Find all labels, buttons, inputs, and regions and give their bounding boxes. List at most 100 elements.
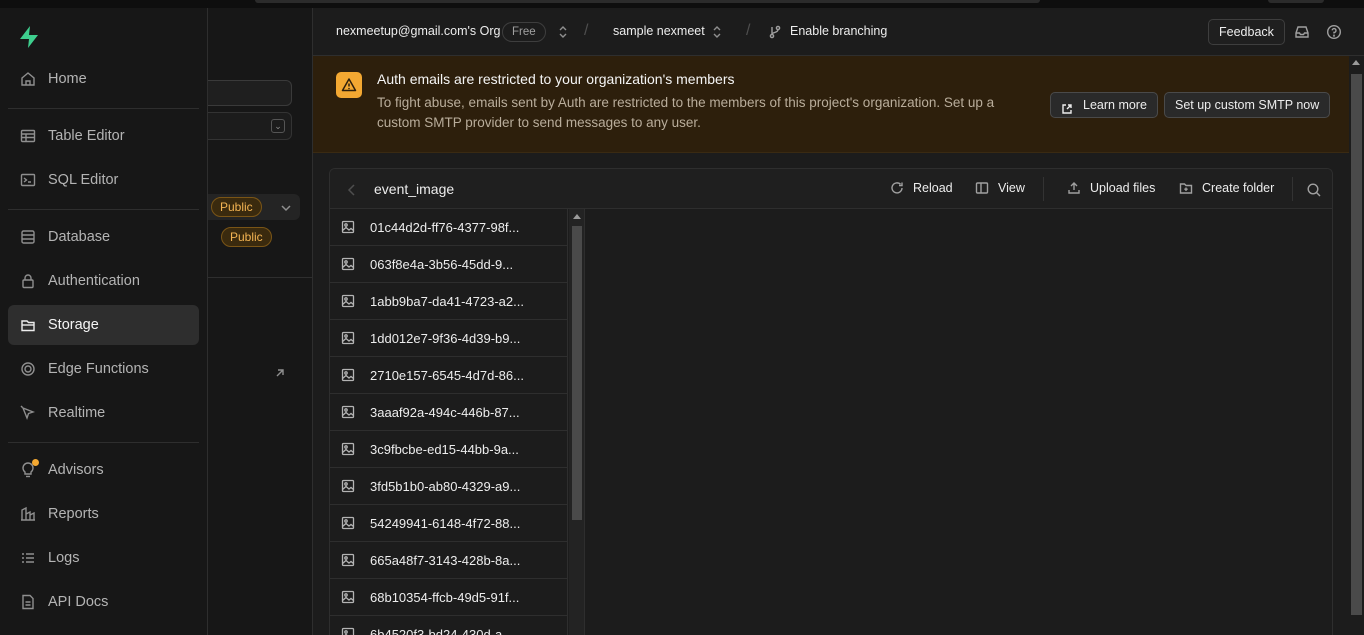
reload-label: Reload	[913, 181, 953, 195]
nav-item-api-docs[interactable]: API Docs	[8, 582, 199, 622]
scroll-up-arrow-icon[interactable]	[1352, 60, 1360, 65]
breadcrumb-separator: /	[584, 22, 589, 39]
upload-icon	[1068, 182, 1080, 194]
file-row[interactable]: 665a48f7-3143-428b-8a...	[330, 542, 568, 579]
file-name: 1dd012e7-9f36-4d39-b9...	[370, 330, 521, 346]
file-name: 665a48f7-3143-428b-8a...	[370, 552, 521, 568]
scrollbar-thumb[interactable]	[1351, 74, 1362, 615]
nav-label: API Docs	[48, 594, 109, 610]
top-strip-bar	[1268, 0, 1324, 3]
learn-more-button[interactable]: Learn more	[1050, 92, 1158, 118]
nav-item-storage[interactable]: Storage	[8, 305, 199, 345]
nav-item-database[interactable]: Database	[8, 217, 199, 257]
file-row[interactable]: 54249941-6148-4f72-88...	[330, 505, 568, 542]
nav-divider	[8, 209, 199, 210]
file-row[interactable]: 1abb9ba7-da41-4723-a2...	[330, 283, 568, 320]
file-icon	[20, 594, 36, 610]
help-icon[interactable]	[1326, 24, 1342, 40]
upload-files-button[interactable]: Upload files	[1067, 181, 1155, 195]
nav-label: Edge Functions	[48, 361, 149, 377]
supabase-logo-icon[interactable]	[16, 24, 42, 50]
git-branch-icon	[768, 25, 782, 39]
page-scrollbar[interactable]	[1349, 56, 1364, 635]
file-row[interactable]: 3aaaf92a-494c-446b-87...	[330, 394, 568, 431]
breadcrumb-separator: /	[746, 22, 751, 39]
file-row[interactable]: 1dd012e7-9f36-4d39-b9...	[330, 320, 568, 357]
cursor-icon	[20, 405, 36, 421]
list-icon	[20, 550, 36, 566]
upload-label: Upload files	[1090, 181, 1156, 195]
folder-plus-icon	[1179, 183, 1193, 194]
view-button[interactable]: View	[975, 181, 1025, 195]
org-name[interactable]: nexmeetup@gmail.com's Org	[336, 24, 500, 38]
selector-arrows-icon[interactable]	[712, 25, 722, 39]
plan-badge: Free	[502, 22, 546, 42]
external-link-icon[interactable]	[274, 366, 286, 378]
image-file-icon	[341, 553, 355, 567]
columns-icon	[975, 182, 989, 194]
file-name: 3c9fbcbe-ed15-44bb-9a...	[370, 441, 519, 457]
image-file-icon	[341, 405, 355, 419]
image-file-icon	[341, 368, 355, 382]
file-row[interactable]: 063f8e4a-3b56-45dd-9...	[330, 246, 568, 283]
nav-label: Authentication	[48, 273, 140, 289]
chevron-down-icon[interactable]	[280, 201, 292, 213]
reload-button[interactable]: Reload	[890, 181, 953, 195]
chart-icon	[20, 506, 36, 522]
file-row[interactable]: 3c9fbcbe-ed15-44bb-9a...	[330, 431, 568, 468]
image-file-icon	[341, 220, 355, 234]
nav-label: SQL Editor	[48, 172, 119, 188]
nav-item-sql-editor[interactable]: SQL Editor	[8, 160, 199, 200]
nav-divider	[8, 442, 199, 443]
bucket-search-input[interactable]	[208, 80, 292, 106]
top-strip	[0, 0, 1364, 8]
nav-item-realtime[interactable]: Realtime	[8, 393, 199, 433]
nav-item-advisors[interactable]: Advisors	[8, 450, 199, 490]
external-link-icon	[1061, 99, 1073, 114]
table-icon	[20, 128, 36, 144]
selector-arrows-icon[interactable]	[558, 25, 568, 39]
file-row[interactable]: 2710e157-6545-4d7d-86...	[330, 357, 568, 394]
view-label: View	[998, 181, 1025, 195]
scrollbar-thumb[interactable]	[572, 226, 582, 520]
nav-item-logs[interactable]: Logs	[8, 538, 199, 578]
nav-item-table-editor[interactable]: Table Editor	[8, 116, 199, 156]
image-file-icon	[341, 590, 355, 604]
file-name: 3aaaf92a-494c-446b-87...	[370, 404, 520, 420]
learn-more-label: Learn more	[1083, 98, 1147, 112]
inbox-icon[interactable]	[1294, 24, 1310, 40]
feedback-button[interactable]: Feedback	[1208, 19, 1285, 45]
enable-branching-button[interactable]: Enable branching	[790, 24, 887, 38]
public-badge: Public	[211, 197, 262, 217]
bucket-name: event_image	[374, 181, 455, 197]
banner-description: To fight abuse, emails sent by Auth are …	[377, 95, 995, 130]
nav-item-edge-functions[interactable]: Edge Functions	[8, 349, 199, 389]
file-name: 68b10354-ffcb-49d5-91f...	[370, 589, 520, 605]
project-name[interactable]: sample nexmeet	[613, 24, 705, 38]
search-icon[interactable]	[1306, 182, 1322, 198]
nav-label: Realtime	[48, 405, 106, 421]
chevron-left-icon[interactable]	[347, 183, 357, 196]
file-row[interactable]: 3fd5b1b0-ab80-4329-a9...	[330, 468, 568, 505]
sort-select[interactable]: ⌄	[208, 112, 292, 140]
scroll-up-arrow-icon[interactable]	[573, 214, 581, 219]
nav-label: Table Editor	[48, 128, 125, 144]
setup-smtp-button[interactable]: Set up custom SMTP now	[1164, 92, 1331, 118]
banner-title: Auth emails are restricted to your organ…	[377, 71, 735, 87]
file-list-scrollbar[interactable]	[569, 209, 585, 635]
image-file-icon	[341, 257, 355, 271]
nav-item-authentication[interactable]: Authentication	[8, 261, 199, 301]
file-row[interactable]: 68b10354-ffcb-49d5-91f...	[330, 579, 568, 616]
file-list: 01c44d2d-ff76-4377-98f... 063f8e4a-3b56-4…	[330, 209, 568, 635]
file-name: 1abb9ba7-da41-4723-a2...	[370, 293, 524, 309]
notification-dot	[32, 459, 39, 466]
nav-item-reports[interactable]: Reports	[8, 494, 199, 534]
toolbar-divider	[1292, 177, 1293, 201]
auth-email-warning-banner: Auth emails are restricted to your organ…	[313, 56, 1349, 153]
create-folder-button[interactable]: Create folder	[1179, 181, 1274, 195]
nav-item-home[interactable]: Home	[8, 59, 199, 99]
file-row[interactable]: 6b4520f3-bd24-430d-a...	[330, 616, 568, 635]
file-name: 2710e157-6545-4d7d-86...	[370, 367, 524, 383]
nav-label: Logs	[48, 550, 80, 566]
file-row[interactable]: 01c44d2d-ff76-4377-98f...	[330, 209, 568, 246]
